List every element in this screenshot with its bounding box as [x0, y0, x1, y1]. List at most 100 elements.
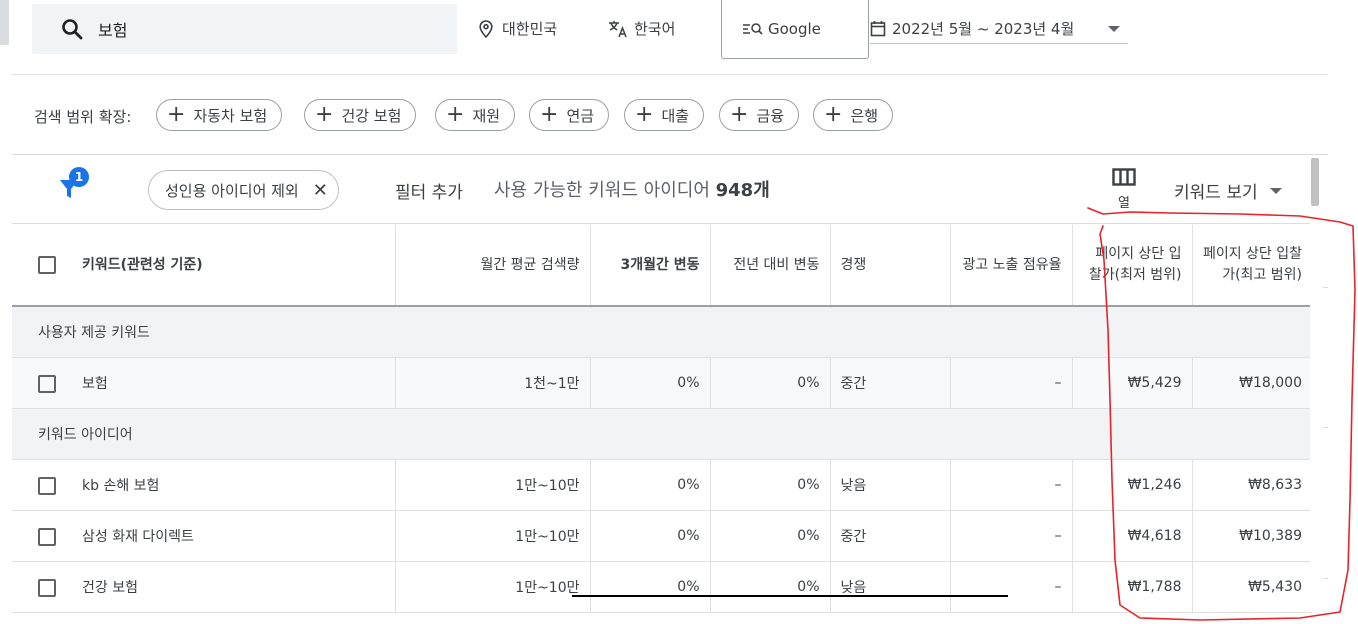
three-month-cell: 0%: [590, 561, 711, 613]
competition-cell: 중간: [830, 357, 951, 409]
table-header-row: 키워드(관련성 기준) 월간 평균 검색량 3개월간 변동 전년 대비 변동 경…: [12, 225, 1312, 307]
broaden-chip-loan[interactable]: + 대출: [624, 99, 705, 131]
plus-icon: +: [315, 102, 334, 127]
broaden-chip-health-insurance[interactable]: + 건강 보험: [304, 99, 417, 131]
broaden-chip-car-insurance[interactable]: + 자동차 보험: [156, 99, 283, 131]
row-checkbox[interactable]: [38, 476, 56, 495]
broaden-chip-finance[interactable]: + 금융: [719, 99, 800, 131]
keyword-panel: 보험 대한민국 한국어 Google 2022년 5월 ~ 2023년 4월 검…: [12, 0, 1328, 613]
plus-icon: +: [540, 102, 559, 127]
bid-low-cell: ₩1,246: [1072, 459, 1193, 511]
adult-ideas-filter-chip[interactable]: 성인용 아이디어 제외 ✕: [148, 170, 339, 210]
date-range-selector[interactable]: 2022년 5월 ~ 2023년 4월: [870, 14, 1128, 44]
search-icon: [62, 19, 83, 40]
keyword-table: 키워드(관련성 기준) 월간 평균 검색량 3개월간 변동 전년 대비 변동 경…: [12, 225, 1312, 613]
network-label: Google: [768, 20, 821, 38]
left-edge: [0, 0, 9, 45]
table-row[interactable]: 삼성 화재 다이렉트 1만~10만 0% 0% 중간 – ₩4,618 ₩10,…: [12, 510, 1312, 562]
group-header-user-keywords: 사용자 제공 키워드: [12, 306, 1312, 358]
location-label: 대한민국: [502, 20, 558, 38]
broaden-chip-bank[interactable]: + 은행: [813, 99, 894, 131]
yoy-cell: 0%: [710, 510, 831, 562]
chip-label: 재원: [472, 106, 501, 125]
keyword-text: 건강 보험: [82, 579, 138, 596]
columns-button[interactable]: 열: [1109, 168, 1139, 211]
add-filter-button[interactable]: 필터 추가: [395, 178, 463, 203]
chip-label: 자동차 보험: [193, 106, 268, 125]
three-month-cell: 0%: [590, 510, 711, 562]
monthly-cell: 1만~10만: [395, 510, 591, 562]
table-row[interactable]: kb 손해 보험 1만~10만 0% 0% 낮음 – ₩1,246 ₩8,633: [12, 459, 1312, 511]
three-month-cell: 0%: [590, 357, 711, 409]
competition-cell: 낮음: [830, 561, 951, 613]
view-keywords-dropdown[interactable]: 키워드 보기: [1174, 178, 1282, 203]
yoy-change-header[interactable]: 전년 대비 변동: [710, 225, 831, 307]
top-bar: 보험 대한민국 한국어 Google 2022년 5월 ~ 2023년 4월: [12, 0, 1328, 75]
yoy-cell: 0%: [710, 459, 831, 511]
count-value: 948개: [715, 180, 770, 201]
bid-high-cell: ₩5,430: [1192, 561, 1312, 613]
share-cell: –: [950, 510, 1073, 562]
plus-icon: +: [167, 102, 186, 127]
select-all-checkbox[interactable]: [38, 255, 56, 274]
broaden-chip-finance-source[interactable]: + 재원: [435, 99, 516, 131]
impression-share-header[interactable]: 광고 노출 점유율: [950, 225, 1073, 307]
divider: [1323, 578, 1328, 579]
group-label: 키워드 아이디어: [12, 408, 1312, 460]
bid-low-cell: ₩1,788: [1072, 561, 1193, 613]
divider: [1323, 287, 1328, 288]
keyword-cell: 건강 보험: [12, 561, 396, 613]
table-row[interactable]: 건강 보험 1만~10만 0% 0% 낮음 – ₩1,788 ₩5,430: [12, 561, 1312, 613]
broaden-search-row: 검색 범위 확장: + 자동차 보험 + 건강 보험 + 재원 + 연금 + 대출 + 금융…: [12, 75, 1328, 155]
bid-low-header[interactable]: 페이지 상단 입찰가(최저 범위): [1072, 225, 1193, 307]
plus-icon: +: [446, 102, 465, 127]
search-network-icon: [743, 23, 763, 35]
monthly-cell: 1만~10만: [395, 459, 591, 511]
monthly-searches-header[interactable]: 월간 평균 검색량: [395, 225, 591, 307]
keyword-text: 삼성 화재 다이렉트: [82, 528, 194, 545]
monthly-cell: 1만~10만: [395, 561, 591, 613]
network-selector[interactable]: Google: [721, 0, 869, 59]
filter-row: 1 성인용 아이디어 제외 ✕ 필터 추가 사용 가능한 키워드 아이디어 94…: [12, 156, 1312, 224]
row-checkbox[interactable]: [38, 527, 56, 546]
row-checkbox[interactable]: [38, 578, 56, 597]
table-scrollbar-thumb[interactable]: [1311, 158, 1319, 206]
chip-label: 금융: [756, 106, 785, 125]
dropdown-caret-icon: [1269, 187, 1282, 194]
dropdown-caret-icon: [1108, 26, 1120, 32]
calendar-icon: [870, 21, 886, 37]
columns-label: 열: [1118, 196, 1130, 211]
competition-header[interactable]: 경쟁: [830, 225, 951, 307]
yoy-cell: 0%: [710, 357, 831, 409]
chip-label: 건강 보험: [341, 106, 402, 125]
competition-cell: 중간: [830, 510, 951, 562]
divider: [1323, 427, 1328, 428]
table-row[interactable]: 보험 1천~1만 0% 0% 중간 – ₩5,429 ₩18,000: [12, 357, 1312, 409]
language-selector[interactable]: 한국어: [608, 18, 675, 39]
share-cell: –: [950, 459, 1073, 511]
broaden-label: 검색 범위 확장:: [34, 108, 132, 126]
right-margin: [1328, 0, 1358, 624]
plus-icon: +: [824, 102, 843, 127]
keyword-text: kb 손해 보험: [82, 477, 160, 494]
search-box[interactable]: 보험: [32, 4, 457, 54]
three-month-change-header[interactable]: 3개월간 변동: [590, 225, 711, 307]
bid-low-cell: ₩5,429: [1072, 357, 1193, 409]
broaden-chip-pension[interactable]: + 연금: [529, 99, 610, 131]
plus-icon: +: [635, 102, 654, 127]
row-checkbox[interactable]: [38, 374, 56, 393]
keyword-header[interactable]: 키워드(관련성 기준): [12, 225, 396, 307]
table-scrollbar-track[interactable]: [1310, 156, 1320, 596]
close-icon[interactable]: ✕: [313, 180, 328, 201]
plus-icon: +: [730, 102, 749, 127]
keyword-text: 보험: [82, 375, 108, 392]
language-label: 한국어: [634, 20, 676, 38]
bottom-underline: [572, 595, 1008, 597]
view-keywords-label: 키워드 보기: [1174, 183, 1258, 203]
bid-high-header[interactable]: 페이지 상단 입찰가(최고 범위): [1192, 225, 1312, 307]
date-range-label: 2022년 5월 ~ 2023년 4월: [892, 20, 1075, 38]
group-header-keyword-ideas: 키워드 아이디어: [12, 408, 1312, 460]
location-selector[interactable]: 대한민국: [478, 18, 557, 39]
bid-high-cell: ₩18,000: [1192, 357, 1312, 409]
columns-icon: [1112, 168, 1136, 186]
